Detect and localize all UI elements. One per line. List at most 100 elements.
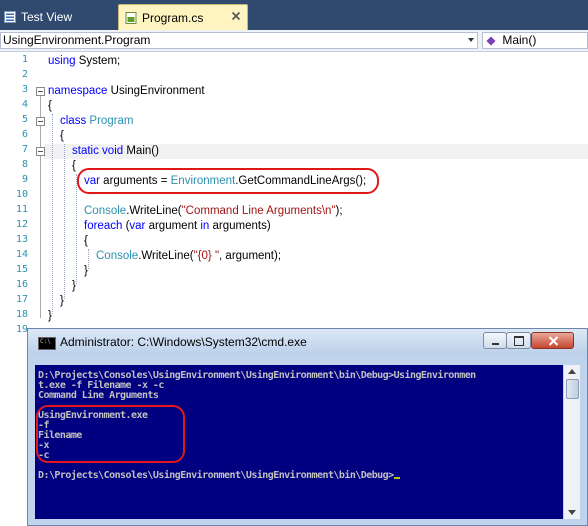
line-number: 1	[21, 54, 28, 65]
highlight-oval-code	[77, 168, 379, 194]
method-icon	[486, 36, 496, 46]
navigation-bar: UsingEnvironment.Program Main()	[0, 30, 588, 52]
code-line: class Program	[60, 114, 134, 129]
line-number: 10	[15, 189, 28, 200]
line-number: 9	[21, 174, 28, 185]
code-line: foreach (var argument in arguments)	[84, 219, 271, 234]
outline-bar	[40, 96, 41, 318]
code-token: }	[72, 280, 76, 292]
collapse-method-icon[interactable]	[36, 147, 45, 156]
code-token: "{0} "	[193, 250, 220, 262]
console-title: Administrator: C:\Windows\System32\cmd.e…	[60, 335, 307, 349]
scroll-down-icon[interactable]	[568, 510, 576, 515]
line-number: 7	[21, 144, 28, 155]
code-token: );	[335, 205, 343, 217]
line-number: 5	[21, 114, 28, 125]
code-token: foreach	[84, 220, 126, 232]
line-number: 13	[15, 234, 28, 245]
code-token: argument	[148, 220, 201, 232]
tab-test-view[interactable]: Test View	[0, 4, 112, 30]
code-line: using System;	[48, 54, 120, 69]
code-line: static void Main()	[72, 144, 159, 159]
tab-label: Test View	[21, 10, 73, 24]
line-number: 17	[15, 294, 28, 305]
console-line: Command Line Arguments	[38, 390, 159, 401]
code-line: {	[48, 99, 52, 114]
code-token: System;	[78, 55, 121, 67]
line-number: 19	[15, 324, 28, 335]
indent-guide	[64, 144, 65, 299]
csharp-file-icon	[125, 11, 137, 24]
test-view-icon	[4, 11, 16, 23]
code-line: {	[84, 234, 88, 249]
scroll-thumb[interactable]	[566, 379, 579, 399]
console-title-bar[interactable]: Administrator: C:\Windows\System32\cmd.e…	[28, 329, 587, 355]
line-number: 6	[21, 129, 28, 140]
tab-label: Program.cs	[142, 10, 204, 25]
close-icon[interactable]	[531, 332, 574, 349]
code-token: namespace	[48, 85, 111, 97]
code-token: arguments)	[212, 220, 271, 232]
console-output[interactable]: D:\Projects\Consoles\UsingEnvironment\Us…	[35, 365, 563, 519]
console-scrollbar[interactable]	[563, 365, 580, 519]
line-number-gutter: 1 2 3 4 5 6 7 8 9 10 11 12 13 14 15 16 1…	[0, 52, 30, 526]
tab-program-cs[interactable]: Program.cs	[118, 4, 248, 30]
console-prompt: D:\Projects\Consoles\UsingEnvironment\Us…	[38, 470, 394, 481]
code-token: Console	[84, 205, 127, 217]
code-token: {	[60, 130, 64, 142]
scroll-up-icon[interactable]	[568, 369, 576, 374]
code-token: {	[48, 100, 52, 112]
document-tab-strip: Test View Program.cs	[0, 0, 588, 30]
line-number: 15	[15, 264, 28, 275]
line-number: 4	[21, 99, 28, 110]
indent-guide	[52, 114, 53, 314]
tab-close-icon[interactable]	[231, 11, 241, 21]
highlight-oval-output	[36, 405, 185, 463]
indent-guide	[76, 174, 77, 284]
code-token: , argument);	[219, 250, 282, 262]
collapse-class-icon[interactable]	[36, 117, 45, 126]
member-dropdown-value: Main()	[502, 33, 537, 47]
line-number: 2	[21, 69, 28, 80]
code-line: }	[60, 294, 64, 309]
cmd-icon	[38, 337, 56, 350]
code-token: UsingEnvironment	[110, 85, 205, 97]
code-token: in	[200, 220, 213, 232]
code-token: void	[102, 145, 127, 157]
console-prompt-line: D:\Projects\Consoles\UsingEnvironment\Us…	[38, 471, 400, 481]
code-line: namespace UsingEnvironment	[48, 84, 205, 99]
code-token: static	[72, 145, 103, 157]
code-line: {	[60, 129, 64, 144]
code-token: .WriteLine(	[138, 250, 194, 262]
code-token: .WriteLine(	[126, 205, 182, 217]
code-token: {	[84, 235, 88, 247]
code-token: }	[84, 265, 88, 277]
code-line: }	[84, 264, 88, 279]
line-number: 16	[15, 279, 28, 290]
code-token: }	[48, 310, 52, 322]
line-number: 14	[15, 249, 28, 260]
code-line: Console.WriteLine("{0} ", argument);	[96, 249, 281, 264]
code-token: Program	[89, 115, 134, 127]
code-line: Console.WriteLine("Command Line Argument…	[84, 204, 343, 219]
member-dropdown[interactable]: Main()	[482, 32, 588, 49]
line-number: 12	[15, 219, 28, 230]
minimize-icon[interactable]	[483, 332, 507, 349]
line-number: 3	[21, 84, 28, 95]
maximize-icon[interactable]	[506, 332, 531, 349]
text-cursor	[393, 477, 400, 479]
line-number: 8	[21, 159, 28, 170]
code-token: {	[72, 160, 76, 172]
code-token: }	[60, 295, 64, 307]
line-number: 11	[15, 204, 28, 215]
collapse-namespace-icon[interactable]	[36, 87, 45, 96]
code-token: "Command Line Arguments\n"	[181, 205, 336, 217]
type-dropdown-value: UsingEnvironment.Program	[3, 33, 151, 47]
dropdown-arrow-icon	[468, 38, 474, 42]
code-token: Console	[96, 250, 139, 262]
code-token: class	[60, 115, 90, 127]
console-window: Administrator: C:\Windows\System32\cmd.e…	[27, 328, 588, 526]
type-dropdown[interactable]: UsingEnvironment.Program	[0, 32, 478, 49]
indent-guide	[88, 249, 89, 269]
code-line: }	[48, 309, 52, 324]
